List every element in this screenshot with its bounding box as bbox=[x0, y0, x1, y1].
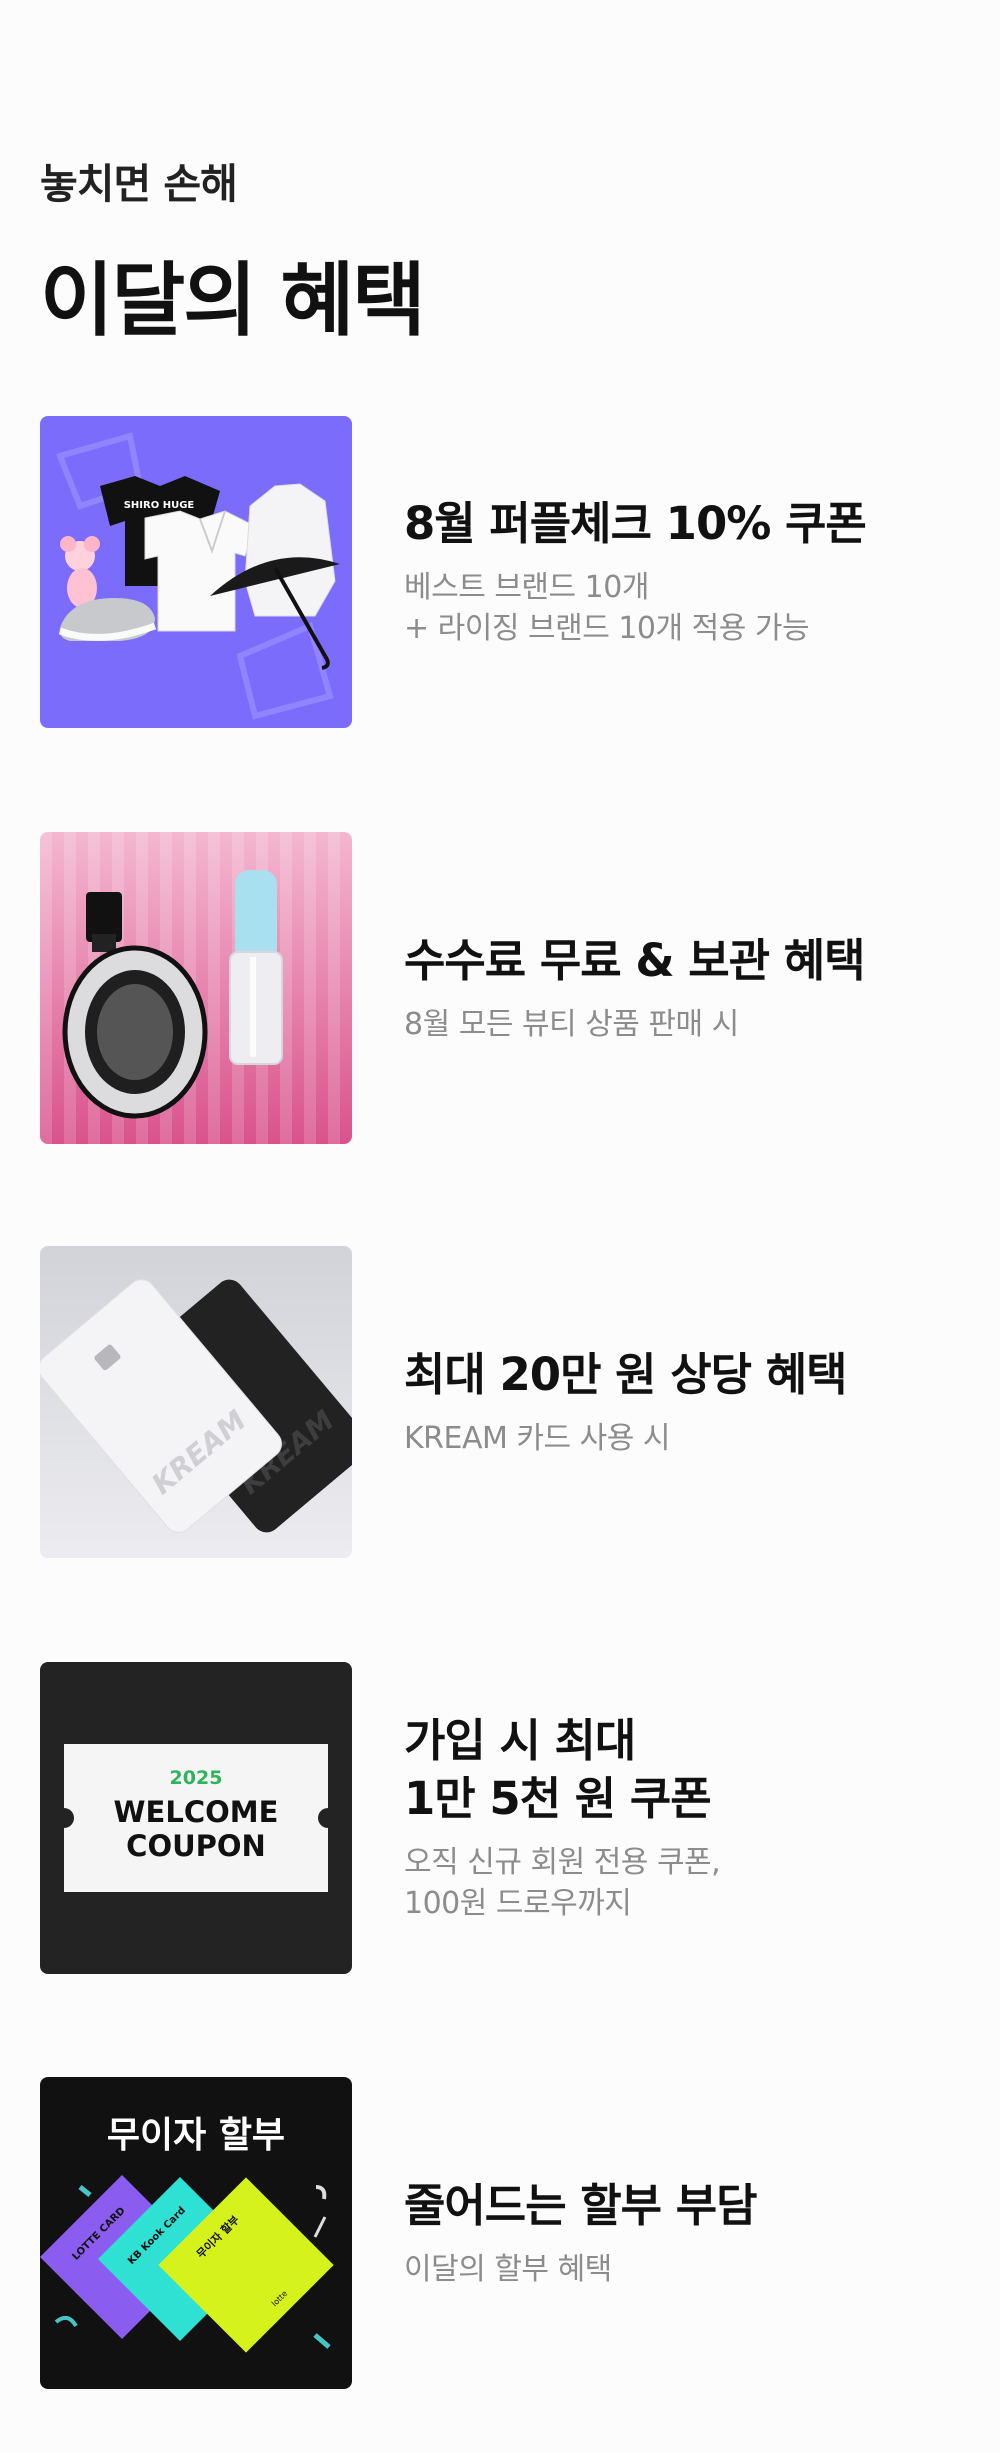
benefit-title: 가입 시 최대 1만 5천 원 쿠폰 bbox=[404, 1714, 712, 1825]
benefit-card-welcome-coupon[interactable]: 2025 WELCOME COUPON 가입 시 최대 1만 5천 원 쿠폰 오… bbox=[40, 1662, 940, 1974]
benefit-description: 8월 모든 뷰티 상품 판매 시 bbox=[404, 1006, 739, 1042]
benefit-thumbnail bbox=[40, 832, 352, 1144]
benefit-card-purple-check[interactable]: SHIRO HUGE 8월 퍼플체크 10% 쿠폰 베스트 브랜드 10개 + … bbox=[40, 416, 940, 728]
installment-heading: 무이자 할부 bbox=[107, 2115, 285, 2156]
installment-cards-image: 무이자 할부 LOTTE CARD KB Kook Card 무이자 할부 lo… bbox=[40, 2077, 352, 2389]
coupon-line-1: WELCOME bbox=[114, 1795, 279, 1829]
benefit-thumbnail: KREAM KREAM bbox=[40, 1246, 352, 1558]
coupon-year: 2025 bbox=[170, 1767, 223, 1789]
benefit-title: 수수료 무료 & 보관 혜택 bbox=[404, 933, 866, 987]
benefit-thumbnail: SHIRO HUGE bbox=[40, 416, 352, 728]
welcome-coupon-image: 2025 WELCOME COUPON bbox=[40, 1662, 352, 1974]
benefit-description: 이달의 할부 혜택 bbox=[404, 2251, 612, 2287]
section-header: 놓치면 손해 이달의 혜택 bbox=[40, 150, 426, 352]
page-title: 이달의 혜택 bbox=[40, 254, 426, 347]
benefit-description: KREAM 카드 사용 시 bbox=[404, 1420, 670, 1456]
benefit-description: 베스트 브랜드 10개 + 라이징 브랜드 10개 적용 가능 bbox=[404, 570, 810, 646]
section-eyebrow: 놓치면 손해 bbox=[40, 160, 238, 208]
perfume-lipstick-image bbox=[40, 832, 352, 1144]
benefit-card-installment[interactable]: 무이자 할부 LOTTE CARD KB Kook Card 무이자 할부 lo… bbox=[40, 2077, 940, 2389]
benefit-thumbnail: 무이자 할부 LOTTE CARD KB Kook Card 무이자 할부 lo… bbox=[40, 2077, 352, 2389]
tee-print-text: SHIRO HUGE bbox=[124, 500, 195, 511]
kream-cards-image: KREAM KREAM bbox=[40, 1246, 352, 1558]
benefit-title: 8월 퍼플체크 10% 쿠폰 bbox=[404, 497, 867, 550]
benefit-description: 오직 신규 회원 전용 쿠폰, 100원 드로우까지 bbox=[404, 1845, 721, 1921]
fashion-items-image: SHIRO HUGE bbox=[40, 416, 352, 728]
coupon-line-2: COUPON bbox=[126, 1829, 266, 1863]
benefit-title: 최대 20만 원 상당 혜택 bbox=[404, 1347, 847, 1401]
benefit-card-beauty[interactable]: 수수료 무료 & 보관 혜택 8월 모든 뷰티 상품 판매 시 bbox=[40, 832, 940, 1144]
benefit-title: 줄어드는 할부 부담 bbox=[404, 2178, 758, 2232]
benefit-card-kream-card[interactable]: KREAM KREAM 최대 20만 원 상당 혜택 KREAM 카드 사용 시 bbox=[40, 1246, 940, 1558]
benefit-thumbnail: 2025 WELCOME COUPON bbox=[40, 1662, 352, 1974]
